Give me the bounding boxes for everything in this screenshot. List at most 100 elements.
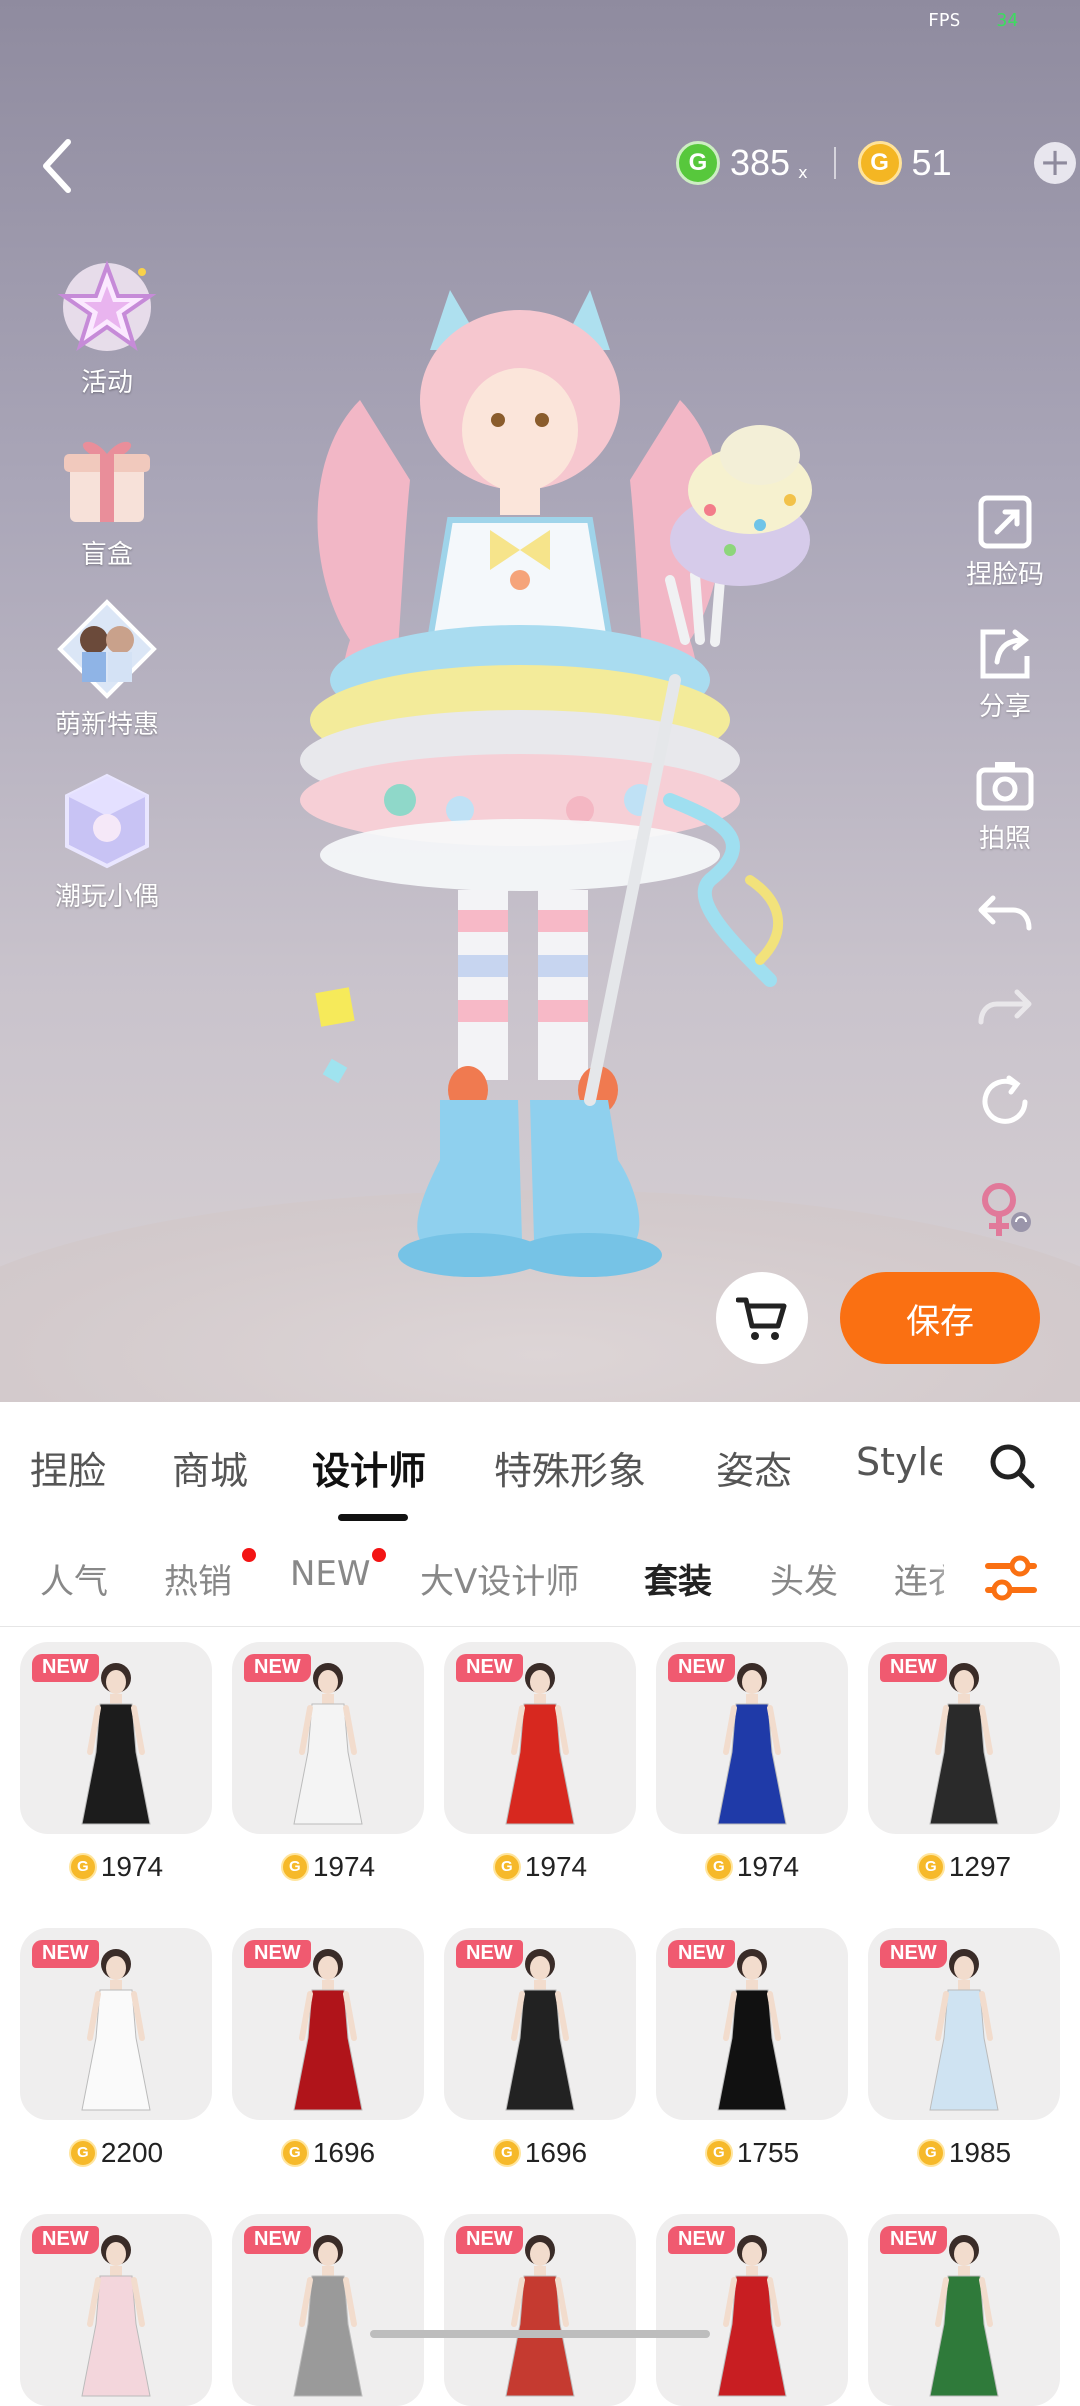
green-coin-suffix: x — [798, 162, 808, 182]
active-tab-indicator — [338, 1514, 408, 1521]
item-price: 1974 — [736, 1851, 800, 1882]
outfit-card[interactable]: NEW G 1696 — [232, 1928, 424, 2170]
price-row: G 1974 — [656, 1850, 848, 1884]
star-event-icon — [57, 260, 157, 352]
back-icon[interactable] — [34, 136, 82, 196]
outfit-card[interactable]: NEW — [656, 2214, 848, 2406]
tab-style[interactable]: Style — [856, 1440, 942, 1484]
fps-counter: FPS 34 — [928, 10, 1018, 31]
new-badge: NEW — [880, 1940, 947, 1968]
left-menu-newbie-deal[interactable]: 萌新特惠 — [44, 594, 170, 741]
outfit-card[interactable]: NEW G 1974 — [232, 1642, 424, 1884]
outfit-card[interactable]: NEW — [232, 2214, 424, 2406]
outfit-card[interactable]: NEW G 1974 — [444, 1642, 636, 1884]
outfit-card[interactable]: NEW G 1755 — [656, 1928, 848, 2170]
undo-button[interactable] — [960, 884, 1050, 948]
tab-designer[interactable]: 设计师 — [312, 1440, 426, 1495]
outfit-thumbnail: NEW — [232, 1642, 424, 1834]
filter-icon[interactable] — [984, 1552, 1038, 1604]
outfit-thumbnail: NEW — [656, 1928, 848, 2120]
share-icon — [980, 629, 1030, 679]
price-row: G 1696 — [232, 2136, 424, 2170]
outfit-thumbnail: NEW — [444, 1642, 636, 1834]
price-row: G 1297 — [868, 1850, 1060, 1884]
item-price: 2200 — [100, 2137, 164, 2168]
price-row: G 1974 — [444, 1850, 636, 1884]
search-icon[interactable] — [988, 1442, 1036, 1490]
gold-coin-icon: G — [68, 2139, 97, 2167]
outfit-card[interactable]: NEW G 2200 — [20, 1928, 212, 2170]
outfit-thumbnail: NEW — [232, 2214, 424, 2406]
left-menu-blind-box[interactable]: 盲盒 — [44, 424, 170, 571]
outfit-card[interactable]: NEW — [868, 2214, 1060, 2406]
price-row: G 1974 — [20, 1850, 212, 1884]
outfit-card[interactable]: NEW G 1297 — [868, 1642, 1060, 1884]
gold-coin-icon: G — [280, 1853, 309, 1881]
new-badge: NEW — [456, 2226, 523, 2254]
outfit-card[interactable]: NEW G 1974 — [20, 1642, 212, 1884]
left-menu-label: 潮玩小偶 — [54, 882, 159, 912]
sub-tab-bar: 人气 热销 NEW 大V设计师 套装 头发 连衣 — [0, 1526, 1080, 1627]
save-button[interactable]: 保存 — [840, 1272, 1040, 1364]
new-badge: NEW — [32, 1654, 99, 1682]
item-price: 1297 — [948, 1851, 1012, 1882]
subtab-popular[interactable]: 人气 — [40, 1554, 108, 1603]
reset-icon — [982, 1075, 1028, 1124]
face-code-button[interactable]: 捏脸码 — [960, 492, 1050, 591]
outfit-thumbnail: NEW — [444, 1928, 636, 2120]
subtab-hair[interactable]: 头发 — [770, 1554, 838, 1603]
outfit-card[interactable]: NEW G 1985 — [868, 1928, 1060, 2170]
gold-coin-icon: G — [916, 1853, 945, 1881]
tab-mall[interactable]: 商城 — [172, 1440, 248, 1495]
toy-figure-icon — [65, 773, 149, 869]
tab-pose[interactable]: 姿态 — [716, 1440, 792, 1495]
outfit-thumbnail: NEW — [868, 2214, 1060, 2406]
price-row: G 1985 — [868, 2136, 1060, 2170]
camera-button[interactable]: 拍照 — [960, 756, 1050, 855]
outfit-card[interactable]: NEW — [20, 2214, 212, 2406]
avatar-character[interactable] — [290, 280, 850, 1360]
new-badge: NEW — [880, 2226, 947, 2254]
currency-bar: G 385 x G 51 + — [676, 134, 1076, 192]
redo-button[interactable] — [960, 978, 1050, 1042]
green-coin-icon: G — [676, 141, 720, 185]
new-badge: NEW — [32, 2226, 99, 2254]
subtab-new[interactable]: NEW — [290, 1554, 371, 1594]
gender-switch-button[interactable] — [960, 1180, 1050, 1244]
add-currency-button[interactable]: + — [1034, 142, 1076, 184]
currency-divider — [833, 147, 836, 179]
left-menu-toy-figure[interactable]: 潮玩小偶 — [44, 766, 170, 913]
item-price: 1985 — [948, 2137, 1012, 2168]
outfit-card[interactable]: NEW G 1974 — [656, 1642, 848, 1884]
item-price: 1755 — [736, 2137, 800, 2168]
scroll-fade — [930, 1526, 980, 1626]
subtab-hot[interactable]: 热销 — [164, 1554, 232, 1603]
outfit-card[interactable]: NEW G 1696 — [444, 1928, 636, 2170]
cart-button[interactable] — [716, 1272, 808, 1364]
cart-icon — [736, 1297, 787, 1340]
new-badge: NEW — [32, 1940, 99, 1968]
new-badge: NEW — [244, 2226, 311, 2254]
reset-button[interactable] — [960, 1072, 1050, 1136]
outfit-thumbnail: NEW — [20, 1642, 212, 1834]
gold-coin-icon: G — [916, 2139, 945, 2167]
tab-face[interactable]: 捏脸 — [30, 1440, 106, 1495]
share-button[interactable]: 分享 — [960, 624, 1050, 723]
undo-icon — [978, 895, 1032, 931]
outfit-thumbnail: NEW — [868, 1642, 1060, 1834]
outfit-thumbnail: NEW — [868, 1928, 1060, 2120]
new-badge: NEW — [668, 1940, 735, 1968]
subtab-outfit[interactable]: 套装 — [644, 1554, 712, 1603]
camera-icon — [976, 762, 1034, 811]
avatar-stage[interactable]: FPS 34 G 385 x G 51 + 活动 盲盒 萌新特惠 潮玩小偶 捏脸… — [0, 0, 1080, 1402]
new-badge: NEW — [244, 1940, 311, 1968]
outfit-card[interactable]: NEW — [444, 2214, 636, 2406]
left-menu-event[interactable]: 活动 — [44, 252, 170, 399]
price-row: G 1755 — [656, 2136, 848, 2170]
item-price: 1974 — [312, 1851, 376, 1882]
subtab-big-v-designer[interactable]: 大V设计师 — [420, 1554, 579, 1603]
tab-special-image[interactable]: 特殊形象 — [494, 1440, 646, 1495]
camera-label: 拍照 — [978, 824, 1031, 854]
confetti-decoration — [315, 987, 355, 1027]
left-menu-label: 盲盒 — [80, 540, 133, 570]
